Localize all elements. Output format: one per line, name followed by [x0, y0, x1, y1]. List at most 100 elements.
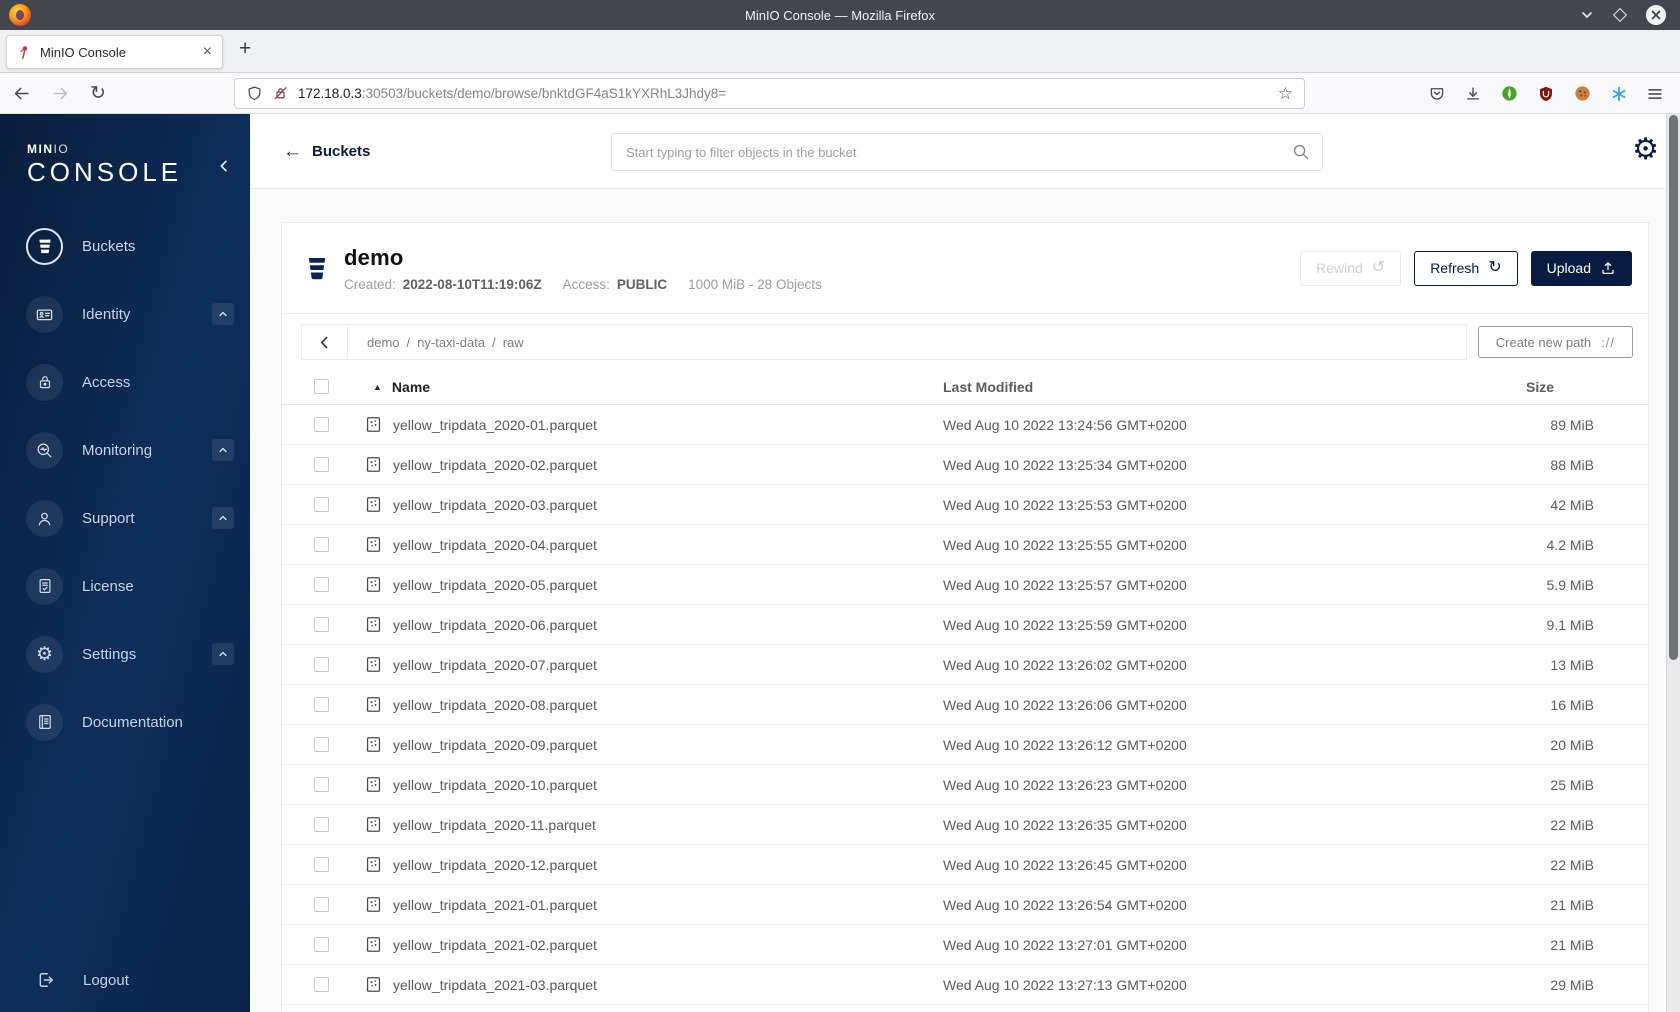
breadcrumb-segment[interactable]: raw	[503, 335, 524, 350]
table-row[interactable]: yellow_tripdata_2021-03.parquet Wed Aug …	[282, 965, 1648, 1005]
row-checkbox[interactable]	[313, 457, 329, 472]
sidebar-item-license[interactable]: License	[0, 552, 250, 620]
cookie-manager-icon[interactable]	[1573, 84, 1592, 103]
forward-button-icon[interactable]	[51, 84, 70, 103]
select-all-checkbox[interactable]	[313, 379, 329, 394]
object-name[interactable]: yellow_tripdata_2021-02.parquet	[393, 937, 597, 953]
console-settings-gear-icon[interactable]: ⚙	[1632, 135, 1659, 165]
table-row[interactable]: yellow_tripdata_2020-02.parquet Wed Aug …	[282, 445, 1648, 485]
scrollbar-thumb[interactable]	[1669, 115, 1678, 660]
row-checkbox[interactable]	[313, 417, 329, 432]
breadcrumb-segment[interactable]: ny-taxi-data	[417, 335, 485, 350]
table-row[interactable]: yellow_tripdata_2020-03.parquet Wed Aug …	[282, 485, 1648, 525]
sidebar-item-settings[interactable]: ⚙ Settings	[0, 620, 250, 688]
row-checkbox[interactable]	[313, 537, 329, 552]
refresh-button[interactable]: Refresh ↻	[1414, 250, 1518, 286]
table-row[interactable]: yellow_tripdata_2020-12.parquet Wed Aug …	[282, 845, 1648, 885]
row-checkbox[interactable]	[313, 777, 329, 792]
object-name[interactable]: yellow_tripdata_2020-01.parquet	[393, 417, 597, 433]
window-maximize-icon[interactable]	[1612, 7, 1628, 23]
sidebar-item-documentation[interactable]: Documentation	[0, 688, 250, 756]
table-row[interactable]: yellow_tripdata_2020-10.parquet Wed Aug …	[282, 765, 1648, 805]
table-row[interactable]: yellow_tripdata_2020-05.parquet Wed Aug …	[282, 565, 1648, 605]
row-checkbox[interactable]	[313, 977, 329, 992]
object-name[interactable]: yellow_tripdata_2020-10.parquet	[393, 777, 597, 793]
ublock-icon[interactable]	[1537, 85, 1555, 103]
row-checkbox[interactable]	[313, 577, 329, 592]
rewind-button[interactable]: Rewind ↺	[1300, 250, 1402, 286]
column-header-modified[interactable]: Last Modified	[943, 379, 1403, 395]
path-back-chevron-icon[interactable]	[302, 325, 348, 359]
sidebar-item-monitoring[interactable]: Monitoring	[0, 416, 250, 484]
container-tabs-icon[interactable]	[1610, 85, 1628, 103]
insecure-lock-icon[interactable]	[272, 85, 289, 102]
new-tab-button[interactable]: +	[239, 37, 251, 61]
table-row[interactable]: yellow_tripdata_2020-07.parquet Wed Aug …	[282, 645, 1648, 685]
sidebar-item-support[interactable]: Support	[0, 484, 250, 552]
table-row[interactable]: yellow_tripdata_2021-01.parquet Wed Aug …	[282, 885, 1648, 925]
table-row[interactable]: yellow_tripdata_2020-04.parquet Wed Aug …	[282, 525, 1648, 565]
object-name[interactable]: yellow_tripdata_2020-05.parquet	[393, 577, 597, 593]
table-row[interactable]: yellow_tripdata_2020-01.parquet Wed Aug …	[282, 405, 1648, 445]
browser-tab[interactable]: MinIO Console ×	[6, 35, 223, 69]
object-name[interactable]: yellow_tripdata_2020-06.parquet	[393, 617, 597, 633]
sidebar-item-identity[interactable]: Identity	[0, 280, 250, 348]
chevron-up-icon[interactable]	[212, 439, 234, 461]
access-label: Access:	[562, 276, 610, 292]
row-checkbox[interactable]	[313, 937, 329, 952]
hamburger-menu-icon[interactable]	[1646, 85, 1664, 103]
object-name[interactable]: yellow_tripdata_2021-01.parquet	[393, 897, 597, 913]
object-file-icon	[364, 535, 383, 554]
table-row[interactable]: yellow_tripdata_2020-09.parquet Wed Aug …	[282, 725, 1648, 765]
object-name[interactable]: yellow_tripdata_2020-08.parquet	[393, 697, 597, 713]
object-filter-input[interactable]	[611, 133, 1323, 171]
row-checkbox[interactable]	[313, 657, 329, 672]
url-bar[interactable]: 172.18.0.3:30503/buckets/demo/browse/bnk…	[234, 78, 1305, 109]
upload-button[interactable]: Upload	[1530, 250, 1632, 286]
tracking-shield-icon[interactable]	[246, 85, 263, 102]
tab-close-icon[interactable]: ×	[203, 44, 212, 60]
chevron-up-icon[interactable]	[212, 303, 234, 325]
object-name[interactable]: yellow_tripdata_2020-11.parquet	[393, 817, 596, 833]
pocket-icon[interactable]	[1428, 85, 1446, 103]
breadcrumb-segment[interactable]: demo	[367, 335, 400, 350]
chevron-up-icon[interactable]	[212, 507, 234, 529]
sidebar-item-logout[interactable]: Logout	[27, 970, 129, 990]
object-name[interactable]: yellow_tripdata_2020-03.parquet	[393, 497, 597, 513]
sidebar-collapse-icon[interactable]	[216, 158, 232, 174]
chevron-up-icon[interactable]	[212, 643, 234, 665]
privacy-badger-icon[interactable]	[1500, 84, 1519, 103]
sidebar-item-access[interactable]: Access	[0, 348, 250, 416]
object-name[interactable]: yellow_tripdata_2020-09.parquet	[393, 737, 597, 753]
object-name[interactable]: yellow_tripdata_2020-12.parquet	[393, 857, 597, 873]
create-new-path-button[interactable]: Create new path ://	[1477, 326, 1633, 358]
sidebar-item-buckets[interactable]: Buckets	[0, 212, 250, 280]
object-name[interactable]: yellow_tripdata_2020-07.parquet	[393, 657, 597, 673]
page-scrollbar[interactable]	[1666, 114, 1680, 1012]
object-name[interactable]: yellow_tripdata_2020-02.parquet	[393, 457, 597, 473]
window-minimize-icon[interactable]	[1580, 8, 1594, 22]
row-checkbox[interactable]	[313, 617, 329, 632]
row-checkbox[interactable]	[313, 737, 329, 752]
row-checkbox[interactable]	[313, 817, 329, 832]
column-header-name[interactable]: ▲ Name	[360, 379, 943, 395]
column-header-size[interactable]: Size	[1403, 379, 1648, 395]
table-row[interactable]: yellow_tripdata_2020-06.parquet Wed Aug …	[282, 605, 1648, 645]
object-file-icon	[364, 415, 383, 434]
table-row[interactable]: yellow_tripdata_2020-11.parquet Wed Aug …	[282, 805, 1648, 845]
row-checkbox[interactable]	[313, 497, 329, 512]
table-row[interactable]: yellow_tripdata_2020-08.parquet Wed Aug …	[282, 685, 1648, 725]
back-to-buckets-button[interactable]: ← Buckets	[283, 114, 370, 189]
reload-button-icon[interactable]: ↻	[90, 84, 106, 103]
object-name[interactable]: yellow_tripdata_2021-03.parquet	[393, 977, 597, 993]
row-checkbox[interactable]	[313, 897, 329, 912]
table-row[interactable]: yellow_tripdata_2021-02.parquet Wed Aug …	[282, 925, 1648, 965]
object-name[interactable]: yellow_tripdata_2020-04.parquet	[393, 537, 597, 553]
downloads-icon[interactable]	[1464, 85, 1482, 103]
object-size: 88 MiB	[1550, 456, 1594, 473]
row-checkbox[interactable]	[313, 857, 329, 872]
bookmark-star-icon[interactable]: ☆	[1278, 84, 1293, 104]
window-close-icon[interactable]	[1646, 5, 1666, 25]
back-button-icon[interactable]	[12, 84, 31, 103]
row-checkbox[interactable]	[313, 697, 329, 712]
